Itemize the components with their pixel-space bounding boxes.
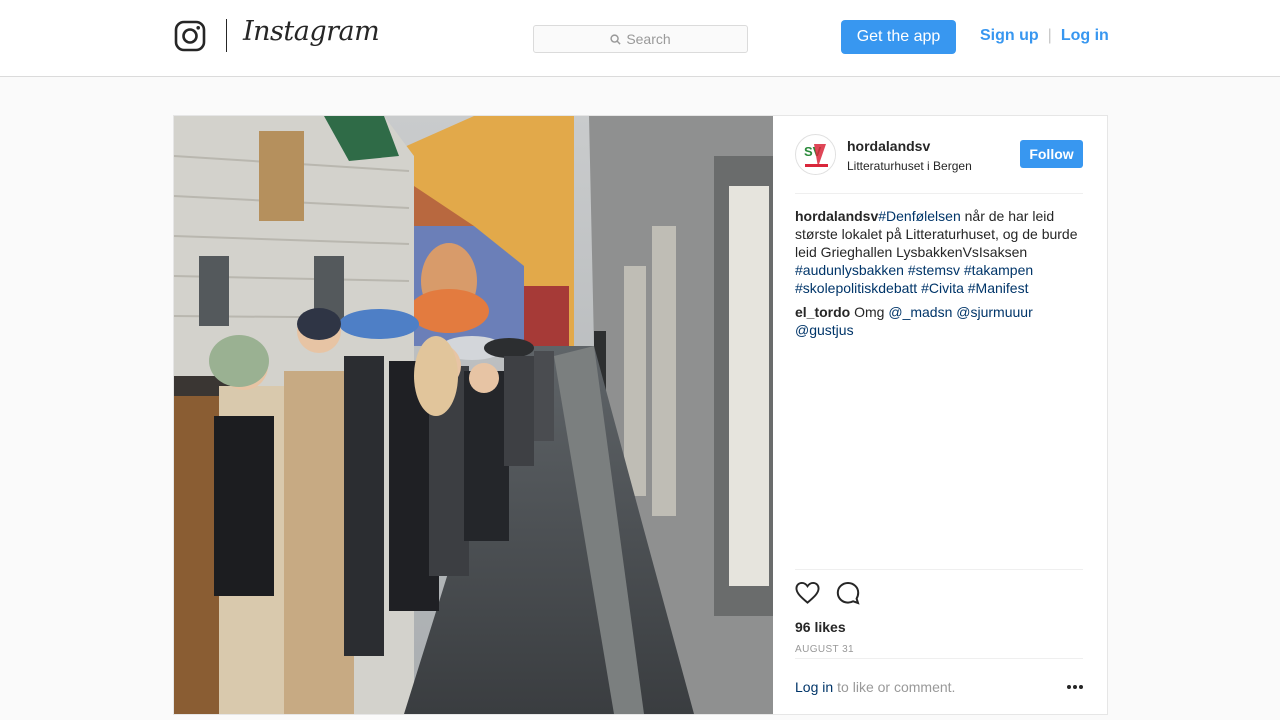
sign-up-link[interactable]: Sign up (980, 27, 1039, 45)
heart-icon[interactable] (795, 581, 820, 605)
instagram-wordmark[interactable]: Instagram (243, 16, 380, 47)
post-location[interactable]: Litteraturhuset i Bergen (847, 159, 972, 173)
post-actions: 96 likes AUGUST 31 (795, 569, 1083, 655)
mention-link[interactable]: @sjurmuuur (956, 304, 1032, 320)
log-in-link[interactable]: Log in (1061, 27, 1109, 45)
comment-username[interactable]: el_tordo (795, 304, 850, 320)
likes-count[interactable]: 96 likes (795, 619, 1083, 635)
auth-separator: | (1047, 27, 1052, 44)
search-placeholder: Search (626, 31, 671, 47)
instagram-glyph-icon[interactable] (174, 20, 206, 52)
hashtag-link[interactable]: #Manifest (968, 280, 1029, 296)
more-options-icon[interactable] (1067, 683, 1083, 691)
comment-text: Omg (850, 304, 889, 320)
avatar[interactable]: SV (795, 134, 836, 175)
get-the-app-button[interactable]: Get the app (841, 20, 956, 54)
action-icons (795, 580, 1083, 606)
hashtag-link[interactable]: #stemsv (908, 262, 960, 278)
auth-links: Sign up | Log in (980, 27, 1109, 45)
hashtag-link[interactable]: #audunlysbakken (795, 262, 904, 278)
comment: el_tordo Omg @_madsn @sjurmuuur @gustjus (795, 303, 1083, 339)
mention-link[interactable]: @_madsn (888, 304, 952, 320)
search-icon (610, 33, 621, 45)
post-card: SV hordalandsv Litteraturhuset i Bergen … (173, 115, 1108, 715)
login-prompt-text: to like or comment. (837, 678, 956, 695)
comments-list: hordalandsv#Denfølelsen når de har leid … (795, 207, 1083, 345)
comment-username[interactable]: hordalandsv (795, 208, 878, 224)
login-to-comment: Log in to like or comment. (795, 658, 1083, 714)
hashtag-link[interactable]: #Civita (921, 280, 964, 296)
sv-logo-icon: SV (796, 135, 835, 174)
hashtag-link[interactable]: #takampen (964, 262, 1033, 278)
post-photo[interactable] (174, 116, 773, 714)
login-to-like-link[interactable]: Log in (795, 679, 833, 695)
street-queue-photo (174, 116, 773, 714)
author-username[interactable]: hordalandsv (847, 138, 930, 154)
hashtag-link[interactable]: #Denfølelsen (878, 208, 961, 224)
post-sidebar: SV hordalandsv Litteraturhuset i Bergen … (773, 116, 1107, 714)
search-input[interactable]: Search (533, 25, 748, 53)
top-navigation-bar: Instagram Search Get the app Sign up | L… (0, 0, 1280, 77)
hashtag-link[interactable]: #skolepolitiskdebatt (795, 280, 917, 296)
comment: hordalandsv#Denfølelsen når de har leid … (795, 207, 1083, 297)
post-header: SV hordalandsv Litteraturhuset i Bergen … (795, 134, 1083, 194)
follow-button[interactable]: Follow (1020, 140, 1083, 168)
comment-icon[interactable] (836, 581, 860, 605)
mention-link[interactable]: @gustjus (795, 322, 854, 338)
logo-divider (226, 19, 227, 52)
post-date[interactable]: AUGUST 31 (795, 644, 1083, 655)
